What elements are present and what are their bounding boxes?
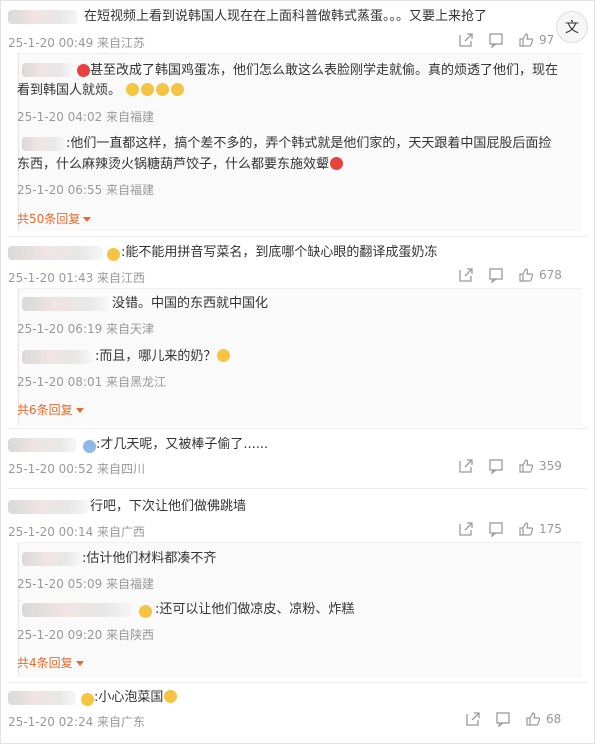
username-blurred[interactable] (22, 603, 132, 617)
username-blurred[interactable] (8, 438, 76, 452)
reply-text: :而且，哪儿来的奶？ (95, 347, 231, 367)
username-blurred[interactable] (8, 246, 103, 260)
cry-emoji-icon (126, 83, 140, 96)
like-count: 68 (546, 712, 562, 726)
divider (8, 682, 587, 683)
tomato-emoji-icon (330, 157, 344, 170)
divider (8, 428, 587, 429)
comment-actions: 68 (465, 711, 561, 727)
share-icon[interactable] (458, 458, 474, 474)
share-icon[interactable] (458, 32, 474, 48)
username-blurred[interactable] (22, 350, 92, 364)
comment-text: :小心泡菜国 (94, 688, 178, 708)
like-button[interactable]: 97 (518, 32, 554, 48)
username-blurred[interactable] (8, 691, 76, 705)
reply-indent-line (18, 53, 19, 230)
divider (8, 236, 587, 237)
comment-actions: 678 (458, 267, 562, 283)
comment-actions: 175 (458, 521, 562, 537)
comment-icon[interactable] (488, 521, 504, 537)
reply-text: :估计他们材料都凑不齐 (82, 551, 217, 566)
share-icon[interactable] (458, 521, 474, 537)
reply-text: :还可以让他们做凉皮、凉粉、炸糕 (155, 602, 355, 617)
comment-icon[interactable] (488, 458, 504, 474)
reply-meta: 25-1-20 08:01 来自黑龙江 (17, 375, 167, 389)
comment-text: 行吧，下次让他们做佛跳墙 (90, 499, 247, 514)
comment-meta: 25-1-20 00:49 来自江苏 (8, 36, 146, 50)
cry-emoji-icon (171, 83, 185, 96)
comment-icon[interactable] (488, 267, 504, 283)
comment-meta: 25-1-20 00:52 来自四川 (8, 462, 146, 476)
like-count: 359 (539, 459, 562, 473)
crown-emoji-icon (139, 605, 152, 618)
reply-text-cont: 看到韩国人就烦。 (17, 81, 185, 101)
reply-text: 没错。中国的东西就中国化 (112, 296, 269, 311)
wen-label: 文 (565, 20, 579, 36)
reply-text-cont: 东西，什么麻辣烫火锅糖葫芦饺子，什么都要东施效颦 (17, 155, 344, 175)
cry-emoji-icon (156, 83, 170, 96)
cry-emoji-icon (141, 83, 155, 96)
like-count: 678 (539, 268, 562, 282)
like-button[interactable]: 68 (525, 711, 561, 727)
like-button[interactable]: 678 (518, 267, 562, 283)
grin-emoji-icon (164, 690, 178, 703)
like-count: 175 (539, 522, 562, 536)
reply-meta: 25-1-20 05:09 来自福建 (17, 577, 155, 591)
angry-emoji-icon (77, 64, 90, 77)
comment-actions: 359 (458, 458, 562, 474)
share-icon[interactable] (458, 267, 474, 283)
reply-text: 甚至改成了韩国鸡蛋冻，他们怎么敢这么表脸刚学走就偷。真的烦透了他们，现在 (90, 63, 559, 78)
comment-actions: 97 (458, 32, 554, 48)
medal-emoji-icon (107, 248, 120, 261)
comment-text: :能不能用拼音写菜名，到底哪个缺心眼的翻译成蛋奶冻 (121, 245, 438, 260)
view-more-replies[interactable]: 共4条回复 (17, 654, 84, 671)
crown-emoji-icon (81, 693, 94, 706)
username-blurred[interactable] (8, 10, 78, 24)
person-emoji-icon (217, 349, 231, 362)
comment-icon[interactable] (488, 32, 504, 48)
reply-meta: 25-1-20 06:19 来自天津 (17, 322, 155, 336)
reply-meta: 25-1-20 09:20 来自陕西 (17, 628, 155, 642)
comment-icon[interactable] (495, 711, 511, 727)
view-more-replies[interactable]: 共50条回复 (17, 210, 92, 227)
username-blurred[interactable] (22, 63, 72, 77)
username-blurred[interactable] (22, 552, 80, 566)
comment-meta: 25-1-20 00:14 来自广西 (8, 525, 146, 539)
rocket-emoji-icon (83, 440, 96, 453)
username-blurred[interactable] (22, 297, 108, 311)
reply-meta: 25-1-20 06:55 来自福建 (17, 183, 155, 197)
comment-meta: 25-1-20 01:43 来自江西 (8, 271, 146, 285)
like-button[interactable]: 359 (518, 458, 562, 474)
view-more-replies[interactable]: 共6条回复 (17, 401, 84, 418)
reply-meta: 25-1-20 04:02 来自福建 (17, 110, 155, 124)
username-blurred[interactable] (8, 500, 88, 514)
reply-text: :他们一直都这样，搞个差不多的，弄个韩式就是他们家的，天天跟着中国屁股后面捡 (66, 136, 552, 151)
comment-text: 在短视频上看到说韩国人现在在上面科普做韩式蒸蛋。。。又要上来抢了 (84, 9, 488, 24)
share-icon[interactable] (465, 711, 481, 727)
username-blurred[interactable] (22, 137, 64, 151)
divider (8, 488, 587, 489)
like-count: 97 (539, 33, 555, 47)
comment-text: :才几天呢，又被棒子偷了...... (96, 437, 269, 452)
like-button[interactable]: 175 (518, 521, 562, 537)
comment-meta: 25-1-20 02:24 来自广东 (8, 715, 146, 729)
wen-translate-icon[interactable]: 文 (556, 11, 588, 43)
